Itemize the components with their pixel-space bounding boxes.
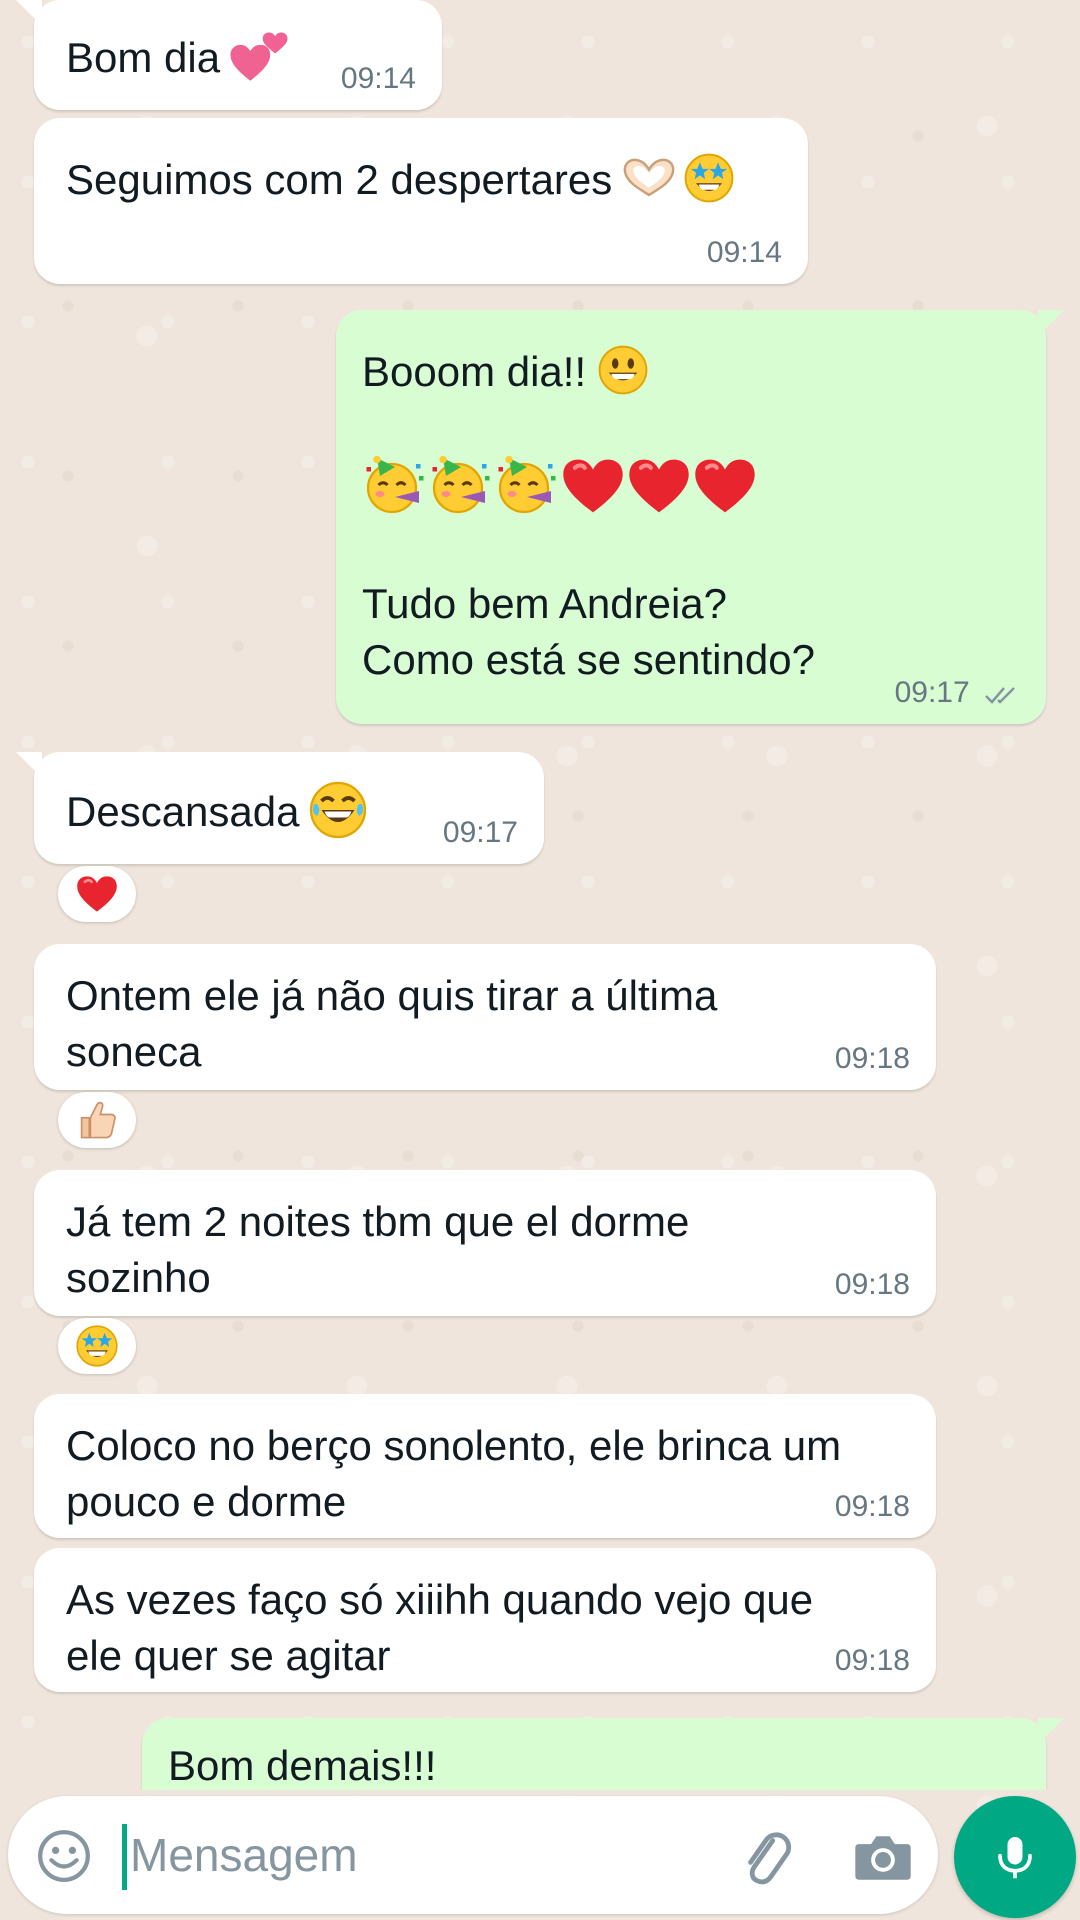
- text-cursor: [122, 1824, 127, 1890]
- message-reaction[interactable]: [58, 1092, 136, 1148]
- message-timestamp: 09:18: [834, 1644, 910, 1677]
- message-text: Coloco no berço sonolento, ele brinca um…: [66, 1422, 842, 1525]
- message-text: Booom dia!!: [362, 348, 587, 395]
- partying-face-emoji-icon: [428, 454, 494, 516]
- incoming-message[interactable]: As vezes faço só xiiihh quando vejo que …: [34, 1548, 936, 1692]
- message-text: Já tem 2 noites tbm que el dorme sozinho: [66, 1198, 690, 1301]
- message-text: Tudo bem Andreia? Como está se sentindo?: [362, 580, 815, 683]
- red-heart-emoji-icon: [75, 872, 119, 916]
- attach-icon[interactable]: [734, 1826, 798, 1890]
- incoming-message[interactable]: Descansada 09:17: [16, 752, 544, 864]
- message-text: As vezes faço só xiiihh quando vejo que …: [66, 1576, 814, 1679]
- star-struck-emoji-icon: [75, 1324, 119, 1368]
- star-struck-emoji-icon: [680, 152, 738, 204]
- message-timestamp: 09:18: [834, 1042, 910, 1075]
- outgoing-message[interactable]: Booom dia!! Tudo bem Andreia? Como está …: [336, 310, 1064, 724]
- mic-button[interactable]: [954, 1796, 1076, 1918]
- outgoing-message[interactable]: Bom demais!!!: [142, 1718, 1064, 1790]
- message-composer: [8, 1796, 938, 1914]
- red-heart-emoji-icon: [692, 456, 758, 516]
- emoji-icon[interactable]: [36, 1828, 92, 1884]
- message-text: Descansada: [66, 788, 300, 835]
- message-text: Seguimos com 2 despertares: [66, 156, 613, 203]
- message-reaction[interactable]: [58, 866, 136, 922]
- message-timestamp: 09:14: [706, 236, 782, 269]
- message-timestamp: 09:17: [894, 676, 970, 709]
- incoming-message[interactable]: Seguimos com 2 despertares 09:14: [34, 118, 808, 284]
- two-hearts-emoji-icon: [228, 28, 290, 84]
- tears-of-joy-emoji-icon: [307, 780, 369, 840]
- thumbs-up-emoji-icon: [75, 1098, 119, 1142]
- message-text: Ontem ele já não quis tirar a última son…: [66, 972, 718, 1075]
- message-timestamp: 09:14: [340, 62, 416, 95]
- camera-icon[interactable]: [854, 1830, 912, 1882]
- incoming-message[interactable]: Coloco no berço sonolento, ele brinca um…: [34, 1394, 936, 1538]
- red-heart-emoji-icon: [626, 456, 692, 516]
- incoming-message[interactable]: Bom dia 09:14: [16, 0, 442, 110]
- message-timestamp: 09:18: [834, 1268, 910, 1301]
- chat-area[interactable]: Bom dia 09:14 Seguimos com 2 despertares…: [0, 0, 1080, 1790]
- red-heart-emoji-icon: [560, 456, 626, 516]
- message-timestamp: 09:17: [442, 816, 518, 849]
- message-timestamp-wrap: 09:17: [895, 676, 1020, 710]
- grinning-face-emoji-icon: [594, 344, 652, 396]
- message-text: Bom dia: [66, 34, 221, 81]
- mic-icon: [998, 1837, 1032, 1879]
- message-reaction[interactable]: [58, 1318, 136, 1374]
- message-input[interactable]: [130, 1820, 690, 1890]
- partying-face-emoji-icon: [362, 454, 428, 516]
- partying-face-emoji-icon: [494, 454, 560, 516]
- incoming-message[interactable]: Ontem ele já não quis tirar a última son…: [34, 944, 936, 1090]
- message-timestamp: 09:18: [834, 1490, 910, 1523]
- read-double-check-icon: [985, 687, 1015, 704]
- message-text: Bom demais!!!: [168, 1742, 437, 1789]
- emoji-row: [362, 454, 1016, 524]
- incoming-message[interactable]: Já tem 2 noites tbm que el dorme sozinho…: [34, 1170, 936, 1316]
- heart-hands-emoji-icon: [620, 152, 678, 204]
